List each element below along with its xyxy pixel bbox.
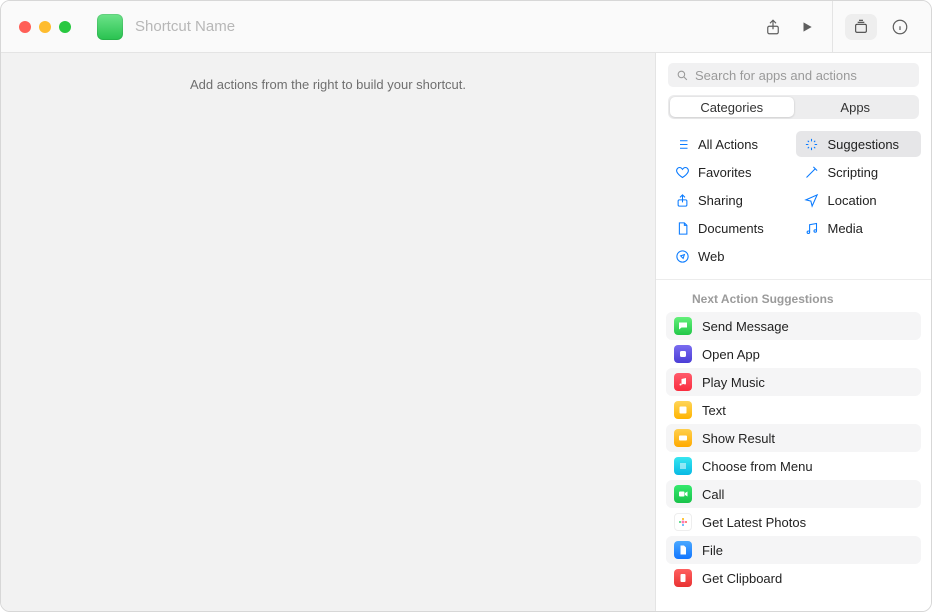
action-text[interactable]: Text bbox=[666, 396, 921, 424]
category-all-actions[interactable]: All Actions bbox=[666, 131, 792, 157]
action-label: File bbox=[702, 543, 723, 558]
action-label: Text bbox=[702, 403, 726, 418]
share-button[interactable] bbox=[756, 13, 790, 41]
category-label: Documents bbox=[698, 221, 764, 236]
action-show-result[interactable]: Show Result bbox=[666, 424, 921, 452]
compass-icon bbox=[674, 248, 690, 264]
zoom-button[interactable] bbox=[59, 21, 71, 33]
action-label: Get Clipboard bbox=[702, 571, 782, 586]
category-suggestions[interactable]: Suggestions bbox=[796, 131, 922, 157]
photos-app-icon bbox=[674, 513, 692, 531]
music-app-icon bbox=[674, 373, 692, 391]
share-icon bbox=[764, 18, 782, 36]
library-tabs: Categories Apps bbox=[668, 95, 919, 119]
category-label: Web bbox=[698, 249, 725, 264]
music-note-icon bbox=[804, 220, 820, 236]
suggestions-header: Next Action Suggestions bbox=[666, 286, 921, 312]
location-arrow-icon bbox=[804, 192, 820, 208]
action-send-message[interactable]: Send Message bbox=[666, 312, 921, 340]
open-app-icon bbox=[674, 345, 692, 363]
facetime-icon bbox=[674, 485, 692, 503]
action-label: Call bbox=[702, 487, 724, 502]
library-icon bbox=[853, 19, 869, 35]
tab-apps[interactable]: Apps bbox=[794, 97, 918, 117]
empty-canvas-hint: Add actions from the right to build your… bbox=[190, 77, 466, 611]
category-scripting[interactable]: Scripting bbox=[796, 159, 922, 185]
text-icon bbox=[674, 401, 692, 419]
minimize-button[interactable] bbox=[39, 21, 51, 33]
action-call[interactable]: Call bbox=[666, 480, 921, 508]
shortcut-title-field[interactable]: Shortcut Name bbox=[135, 18, 235, 35]
editor-canvas[interactable]: Add actions from the right to build your… bbox=[1, 53, 656, 611]
action-open-app[interactable]: Open App bbox=[666, 340, 921, 368]
category-grid: All Actions Suggestions Favorites Script… bbox=[656, 127, 931, 279]
file-icon bbox=[674, 541, 692, 559]
suggestions-list[interactable]: Next Action Suggestions Send Message Ope… bbox=[656, 280, 931, 611]
category-label: Favorites bbox=[698, 165, 751, 180]
messages-app-icon bbox=[674, 317, 692, 335]
action-play-music[interactable]: Play Music bbox=[666, 368, 921, 396]
search-input[interactable] bbox=[695, 68, 911, 83]
shortcut-app-icon bbox=[97, 14, 123, 40]
action-label: Open App bbox=[702, 347, 760, 362]
category-web[interactable]: Web bbox=[666, 243, 792, 269]
action-label: Show Result bbox=[702, 431, 775, 446]
category-favorites[interactable]: Favorites bbox=[666, 159, 792, 185]
category-label: Sharing bbox=[698, 193, 743, 208]
search-icon bbox=[676, 69, 689, 82]
category-media[interactable]: Media bbox=[796, 215, 922, 241]
action-label: Play Music bbox=[702, 375, 765, 390]
category-label: Scripting bbox=[828, 165, 879, 180]
search-field[interactable] bbox=[668, 63, 919, 87]
library-toggle-button[interactable] bbox=[845, 14, 877, 40]
action-get-latest-photos[interactable]: Get Latest Photos bbox=[666, 508, 921, 536]
toolbar-divider bbox=[832, 1, 833, 53]
action-label: Choose from Menu bbox=[702, 459, 813, 474]
category-label: Suggestions bbox=[828, 137, 900, 152]
action-file[interactable]: File bbox=[666, 536, 921, 564]
show-result-icon bbox=[674, 429, 692, 447]
category-label: Media bbox=[828, 221, 863, 236]
category-location[interactable]: Location bbox=[796, 187, 922, 213]
titlebar: Shortcut Name bbox=[1, 1, 931, 53]
window-controls bbox=[1, 21, 71, 33]
action-label: Send Message bbox=[702, 319, 789, 334]
category-documents[interactable]: Documents bbox=[666, 215, 792, 241]
run-button[interactable] bbox=[790, 13, 824, 41]
sparkle-icon bbox=[804, 136, 820, 152]
info-icon bbox=[891, 18, 909, 36]
tab-categories[interactable]: Categories bbox=[670, 97, 794, 117]
category-label: Location bbox=[828, 193, 877, 208]
info-button[interactable] bbox=[883, 13, 917, 41]
clipboard-icon bbox=[674, 569, 692, 587]
list-icon bbox=[674, 136, 690, 152]
wand-icon bbox=[804, 164, 820, 180]
category-label: All Actions bbox=[698, 137, 758, 152]
document-icon bbox=[674, 220, 690, 236]
action-library-sidebar: Categories Apps All Actions Suggestions … bbox=[656, 53, 931, 611]
category-sharing[interactable]: Sharing bbox=[666, 187, 792, 213]
play-icon bbox=[800, 18, 814, 36]
action-get-clipboard[interactable]: Get Clipboard bbox=[666, 564, 921, 592]
heart-icon bbox=[674, 164, 690, 180]
action-label: Get Latest Photos bbox=[702, 515, 806, 530]
menu-icon bbox=[674, 457, 692, 475]
close-button[interactable] bbox=[19, 21, 31, 33]
shortcuts-editor-window: Shortcut Name Add actions from the right… bbox=[0, 0, 932, 612]
share-up-icon bbox=[674, 192, 690, 208]
action-choose-from-menu[interactable]: Choose from Menu bbox=[666, 452, 921, 480]
